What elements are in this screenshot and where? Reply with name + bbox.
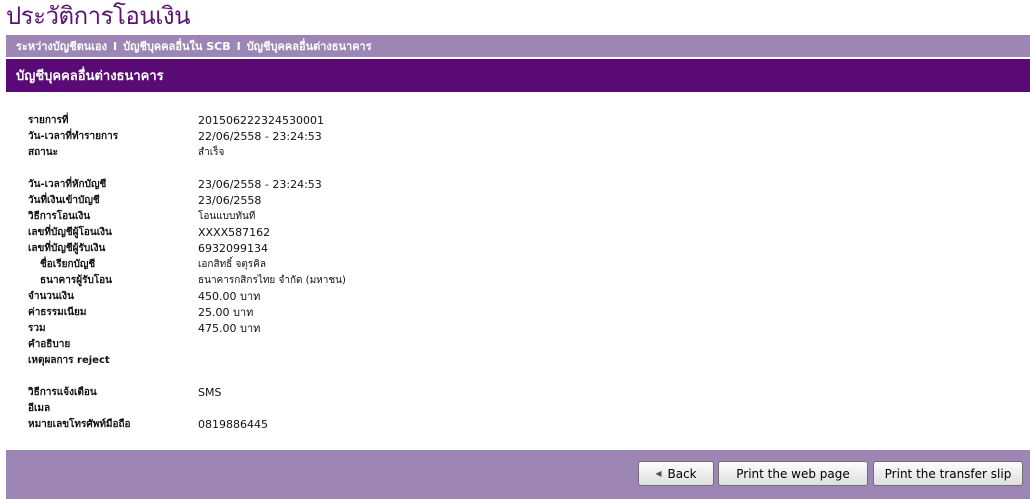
detail-label: คำอธิบาย: [28, 339, 71, 350]
nav-scb-accounts-link[interactable]: บัญชีบุคคลอื่นใน SCB: [123, 37, 231, 55]
nav-separator: I: [113, 39, 118, 53]
detail-row-txn-no: รายการที่ 201506222324530001: [28, 113, 728, 129]
transfer-type-nav: ระหว่างบัญชีตนเอง I บัญชีบุคคลอื่นใน SCB…: [6, 35, 1030, 57]
detail-value: โอนแบบทันที: [198, 211, 256, 222]
section-title: บัญชีบุคคลอื่นต่างธนาคาร: [6, 59, 1030, 92]
detail-label: เลขที่บัญชีผู้โอนเงิน: [28, 227, 112, 238]
detail-value: สำเร็จ: [198, 147, 225, 158]
page-title: ประวัติการโอนเงิน: [6, 2, 191, 30]
detail-row-fee: ค่าธรรมเนียม 25.00 บาท: [28, 305, 728, 321]
print-transfer-slip-label: Print the transfer slip: [884, 466, 1012, 481]
detail-label: วัน-เวลาที่หักบัญชี: [28, 179, 107, 190]
detail-value: 23/06/2558: [198, 194, 262, 207]
detail-value: XXXX587162: [198, 226, 271, 239]
detail-row-notify-method: วิธีการแจ้งเตือน SMS: [28, 385, 728, 401]
detail-value: ธนาคารกสิกรไทย จำกัด (มหาชน): [198, 275, 346, 286]
detail-value: 450.00 บาท: [198, 290, 261, 303]
detail-label: อีเมล: [28, 403, 51, 414]
back-button[interactable]: ◀ Back: [638, 461, 714, 486]
detail-value: 22/06/2558 - 23:24:53: [198, 130, 322, 143]
detail-row-credit-date: วันที่เงินเข้าบัญชี 23/06/2558: [28, 193, 728, 209]
nav-own-accounts-link[interactable]: ระหว่างบัญชีตนเอง: [16, 37, 107, 55]
detail-row-receiving-bank: ธนาคารผู้รับโอน ธนาคารกสิกรไทย จำกัด (มห…: [28, 273, 728, 289]
detail-label: วิธีการแจ้งเตือน: [28, 387, 97, 398]
nav-other-bank-link[interactable]: บัญชีบุคคลอื่นต่างธนาคาร: [247, 37, 372, 55]
detail-value: 25.00 บาท: [198, 306, 254, 319]
detail-value: SMS: [198, 386, 222, 399]
print-web-page-button[interactable]: Print the web page: [718, 461, 868, 486]
detail-row-account-name: ชื่อเรียกบัญชี เอกสิทธิ์ จตุรคิล: [28, 257, 728, 273]
detail-row-reject-reason: เหตุผลการ reject: [28, 353, 728, 369]
detail-label: หมายเลขโทรศัพท์มือถือ: [28, 419, 131, 430]
detail-value: 23/06/2558 - 23:24:53: [198, 178, 322, 191]
detail-label: วัน-เวลาที่ทำรายการ: [28, 131, 119, 142]
detail-label: ชื่อเรียกบัญชี: [40, 259, 96, 270]
print-web-page-label: Print the web page: [736, 466, 850, 481]
detail-row-total: รวม 475.00 บาท: [28, 321, 728, 337]
detail-row-email: อีเมล: [28, 401, 728, 417]
detail-label: รวม: [28, 323, 46, 334]
detail-label: เหตุผลการ reject: [28, 355, 110, 366]
detail-label: วิธีการโอนเงิน: [28, 211, 91, 222]
detail-label: เลขที่บัญชีผู้รับเงิน: [28, 243, 106, 254]
transaction-details: รายการที่ 201506222324530001 วัน-เวลาที่…: [28, 113, 728, 433]
detail-row-status: สถานะ สำเร็จ: [28, 145, 728, 161]
detail-row-transfer-method: วิธีการโอนเงิน โอนแบบทันที: [28, 209, 728, 225]
detail-label: สถานะ: [28, 147, 58, 158]
detail-value: 6932099134: [198, 242, 268, 255]
detail-row-description: คำอธิบาย: [28, 337, 728, 353]
detail-label: รายการที่: [28, 115, 69, 126]
detail-value: 201506222324530001: [198, 114, 324, 127]
detail-value: 0819886445: [198, 418, 268, 431]
left-arrow-icon: ◀: [655, 469, 662, 478]
detail-label: วันที่เงินเข้าบัญชี: [28, 195, 100, 206]
detail-value: เอกสิทธิ์ จตุรคิล: [198, 259, 266, 270]
detail-label: จำนวนเงิน: [28, 291, 74, 302]
detail-row-debit-datetime: วัน-เวลาที่หักบัญชี 23/06/2558 - 23:24:5…: [28, 177, 728, 193]
detail-label: ค่าธรรมเนียม: [28, 307, 87, 318]
back-button-label: Back: [667, 466, 697, 481]
detail-row-to-account: เลขที่บัญชีผู้รับเงิน 6932099134: [28, 241, 728, 257]
detail-row-from-account: เลขที่บัญชีผู้โอนเงิน XXXX587162: [28, 225, 728, 241]
detail-label: ธนาคารผู้รับโอน: [40, 275, 113, 286]
detail-row-mobile: หมายเลขโทรศัพท์มือถือ 0819886445: [28, 417, 728, 433]
print-transfer-slip-button[interactable]: Print the transfer slip: [873, 461, 1023, 486]
detail-row-txn-datetime: วัน-เวลาที่ทำรายการ 22/06/2558 - 23:24:5…: [28, 129, 728, 145]
nav-separator: I: [236, 39, 241, 53]
detail-value: 475.00 บาท: [198, 322, 261, 335]
detail-row-amount: จำนวนเงิน 450.00 บาท: [28, 289, 728, 305]
